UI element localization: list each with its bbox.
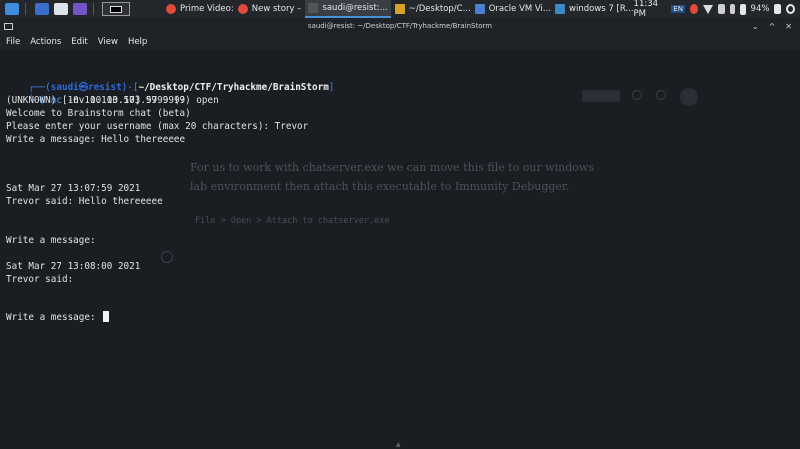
scroll-indicator-icon[interactable]: ▲ [396, 441, 404, 448]
task-label: Oracle VM Vi... [488, 4, 552, 14]
virtualbox-icon [474, 4, 485, 14]
system-tray: 11:34 PM EN 94% [634, 0, 800, 19]
chrome-icon [166, 4, 176, 14]
input-prompt: Write a message: [6, 312, 102, 323]
menu-view[interactable]: View [98, 37, 118, 47]
task-label: Prime Video: [180, 4, 234, 14]
battery-icon[interactable] [739, 3, 746, 15]
taskbar-task-prime-video[interactable]: Prime Video: [166, 0, 234, 18]
terminal-view[interactable]: ┌──(saudi㉿resist)-[~/Desktop/CTF/Tryhack… [0, 64, 800, 444]
minimize-button[interactable]: ⌄ [752, 22, 759, 31]
clock[interactable]: 11:34 PM [634, 0, 667, 19]
bluetooth-icon[interactable] [729, 4, 735, 14]
window-titlebar[interactable]: saudi@resist: ~/Desktop/CTF/Tryhackme/Br… [0, 18, 800, 34]
taskbar-task-new-story[interactable]: New story – [237, 0, 302, 18]
maximize-button[interactable]: ^ [769, 22, 776, 31]
volume-icon[interactable] [718, 4, 725, 14]
output-line: Write a message: [6, 235, 96, 246]
taskbar-task-virtualbox[interactable]: Oracle VM Vi... [474, 0, 552, 18]
taskbar-task-windows7-vm[interactable]: windows 7 [R... [555, 0, 634, 18]
taskbar-separator [25, 3, 26, 15]
output-line: (UNKNOWN) [10.10.103.57] 9999 (?) open [6, 95, 219, 106]
network-icon[interactable] [703, 4, 714, 14]
terminal-icon [308, 3, 319, 13]
window-title: saudi@resist: ~/Desktop/CTF/Tryhackme/Br… [307, 22, 493, 30]
output-line: Trevor said: Hello thereeeee [6, 196, 163, 207]
input-line[interactable]: Write a message: [6, 311, 110, 324]
close-button[interactable]: ✕ [785, 22, 792, 31]
menu-file[interactable]: File [6, 37, 20, 47]
screenshot-icon[interactable] [73, 3, 87, 15]
chrome-tray-icon[interactable] [689, 4, 699, 14]
prompt-bracket: ] [328, 82, 335, 93]
power-icon[interactable] [786, 4, 796, 14]
text-cursor [103, 311, 110, 322]
task-label: saudi@resist:... [322, 3, 388, 13]
task-label: ~/Desktop/C... [408, 4, 471, 14]
keyboard-layout[interactable]: EN [671, 5, 685, 13]
menu-actions[interactable]: Actions [30, 37, 61, 47]
menu-edit[interactable]: Edit [71, 37, 87, 47]
output-line: Sat Mar 27 13:07:59 2021 [6, 183, 141, 194]
files-icon[interactable] [54, 3, 68, 15]
lock-icon[interactable] [774, 4, 782, 14]
taskbar-task-terminal[interactable]: saudi@resist:... [305, 0, 391, 18]
output-line: Please enter your username (max 20 chara… [6, 121, 309, 132]
task-label: New story – [251, 4, 302, 14]
battery-level: 94% [750, 4, 770, 14]
vm-icon [555, 4, 566, 14]
show-desktop-button[interactable] [102, 2, 130, 16]
output-line: Write a message: Hello thereeeee [6, 134, 186, 145]
output-line: Sat Mar 27 13:08:00 2021 [6, 261, 141, 272]
taskbar-separator [93, 3, 94, 15]
workspace-icon[interactable] [35, 3, 49, 15]
chrome-icon [237, 4, 248, 14]
task-label: windows 7 [R... [569, 4, 634, 14]
folder-icon [394, 4, 405, 14]
menu-bar: File Actions Edit View Help [0, 34, 800, 50]
terminal-icon [110, 5, 122, 13]
menu-help[interactable]: Help [128, 37, 147, 47]
output-line: Trevor said: [6, 274, 74, 285]
output-line: Welcome to Brainstorm chat (beta) [6, 108, 191, 119]
taskbar: Prime Video: New story – saudi@resist:..… [0, 0, 800, 19]
taskbar-task-file-manager[interactable]: ~/Desktop/C... [394, 0, 471, 18]
app-menu-icon[interactable] [5, 3, 19, 15]
